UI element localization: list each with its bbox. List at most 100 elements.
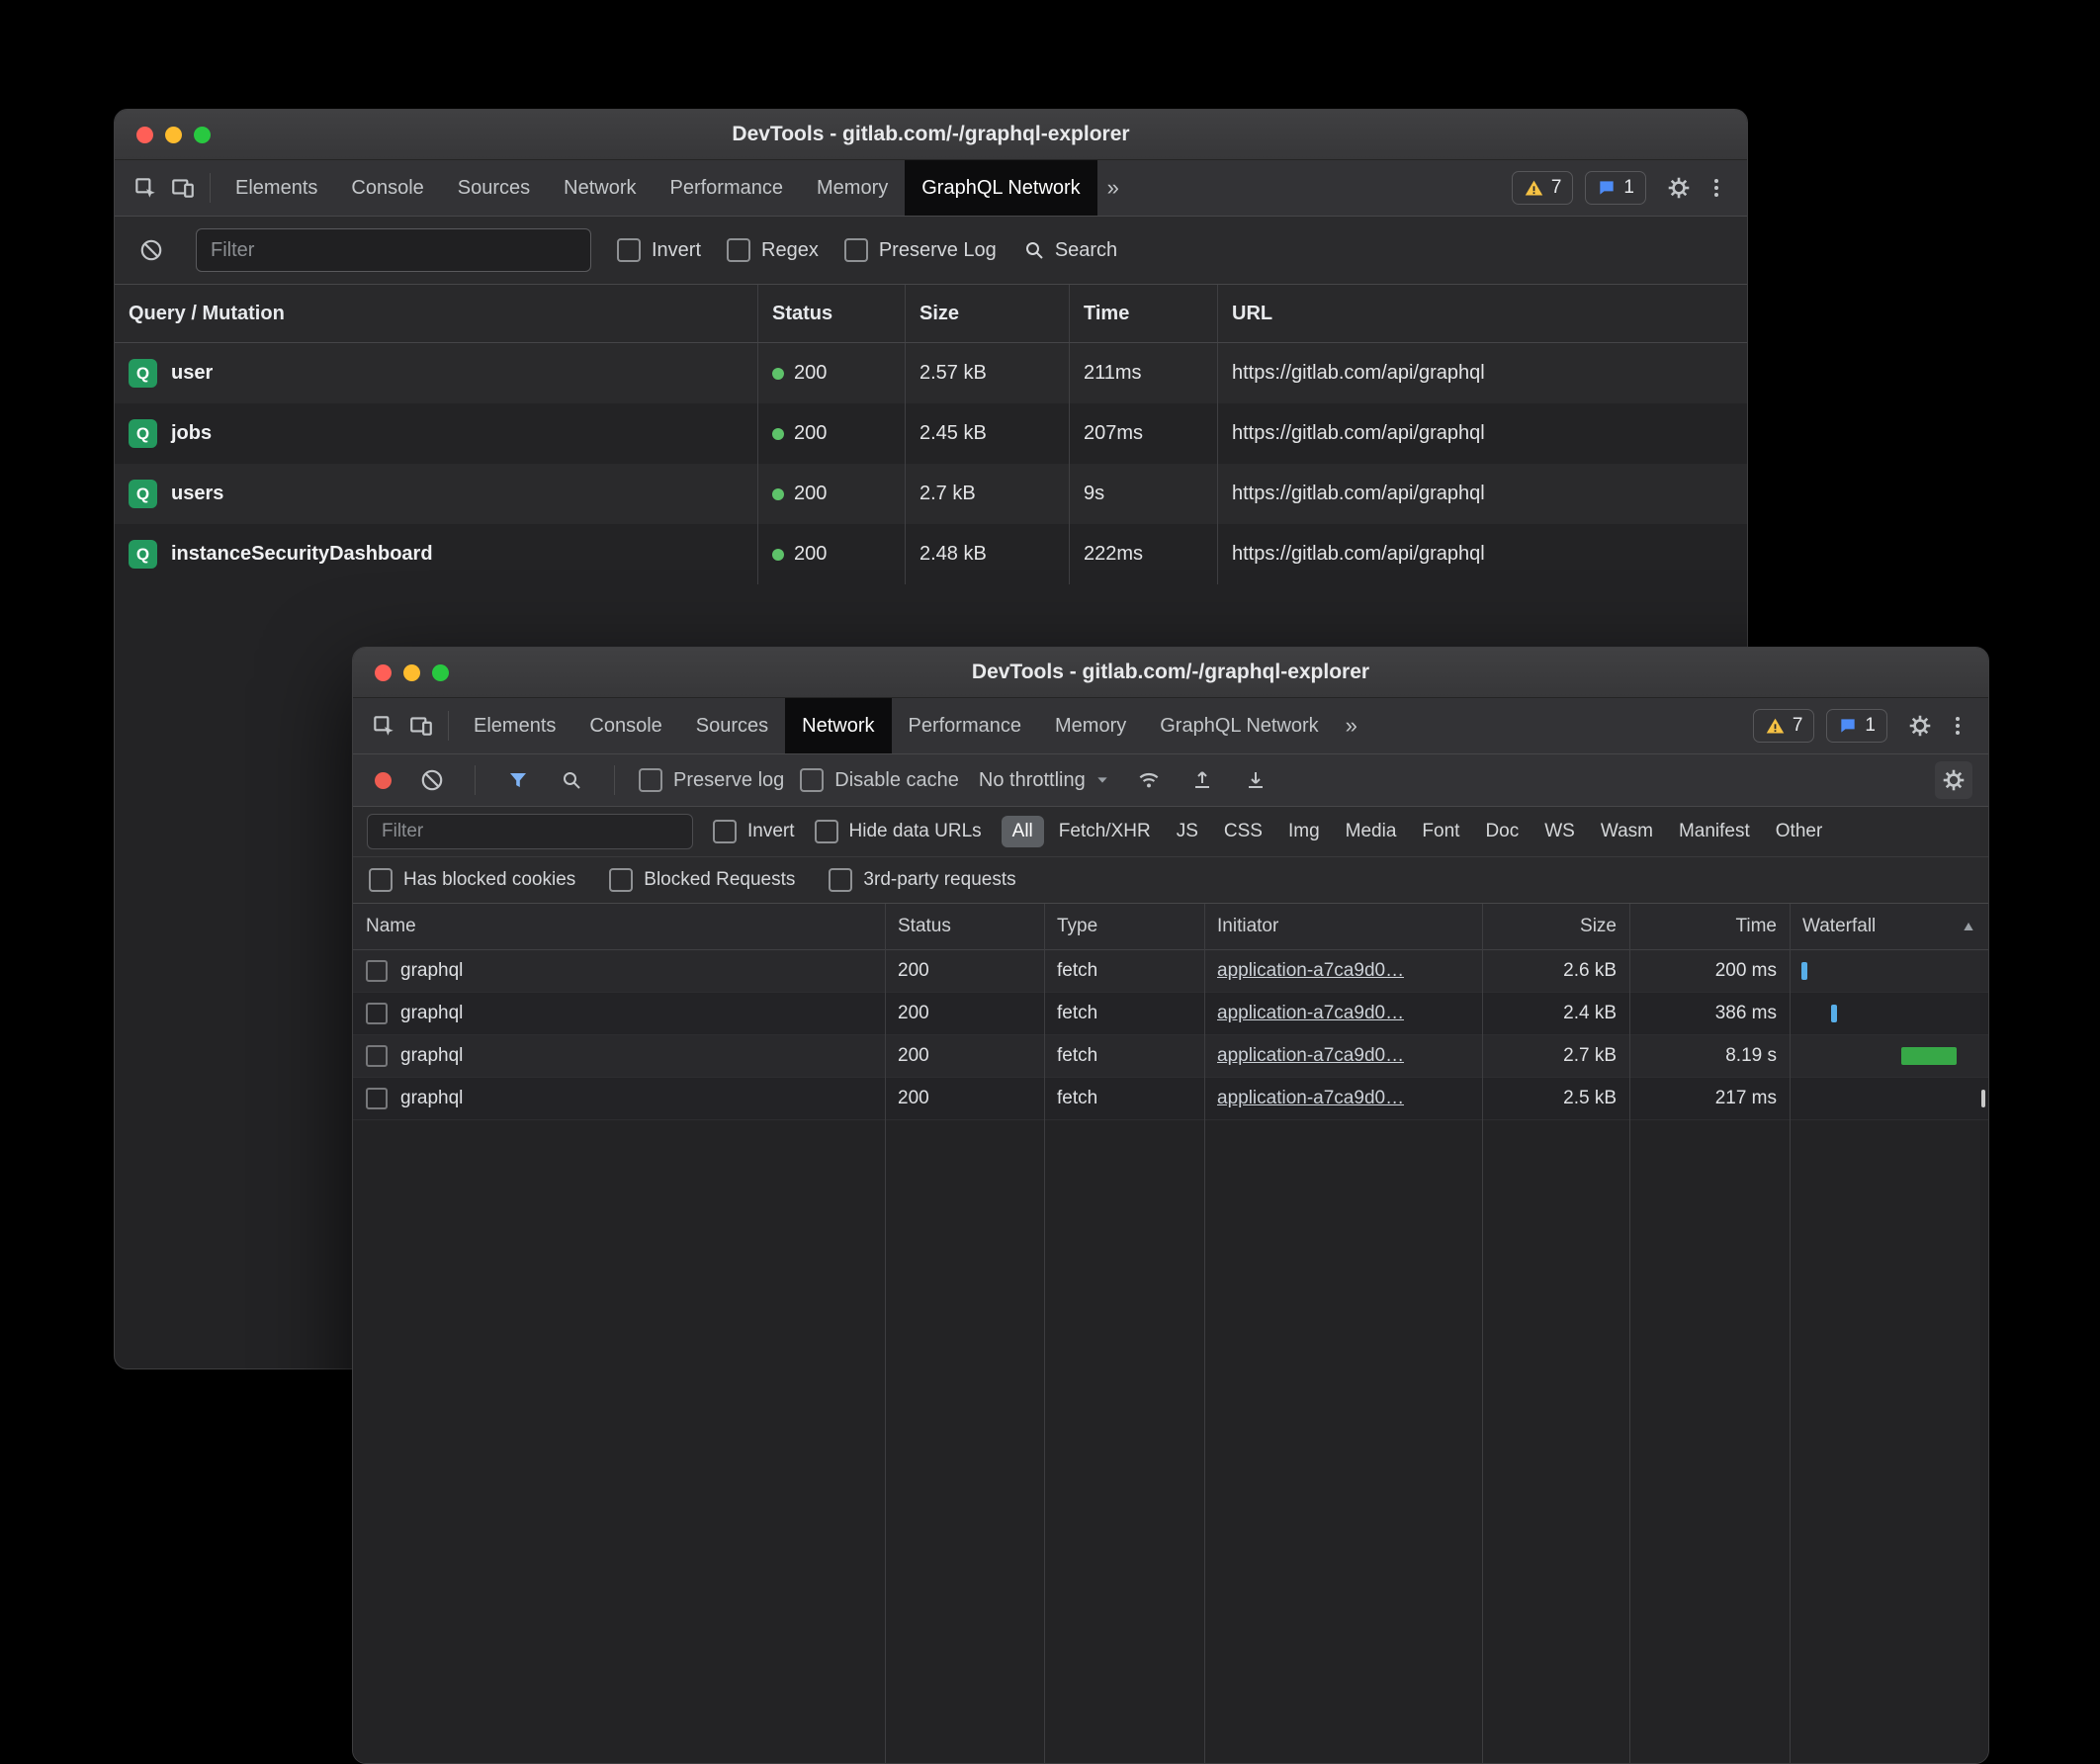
checkbox[interactable]	[713, 820, 737, 843]
checkbox[interactable]	[617, 238, 641, 262]
export-har-icon[interactable]	[1237, 761, 1274, 799]
blocked-requests-checkbox[interactable]: Blocked Requests	[609, 868, 795, 892]
table-row[interactable]: Quser 200 2.57 kB 211ms https://gitlab.c…	[115, 343, 1747, 403]
invert-checkbox[interactable]: Invert	[713, 820, 795, 843]
checkbox[interactable]	[369, 868, 393, 892]
request-row[interactable]: graphql 200 fetch application-a7ca9d0… 2…	[353, 950, 1988, 993]
import-har-icon[interactable]	[1183, 761, 1221, 799]
network-filter-input[interactable]	[367, 814, 693, 849]
tab-performance[interactable]: Performance	[892, 698, 1039, 753]
filter-funnel-icon[interactable]	[499, 761, 537, 799]
zoom-window-button[interactable]	[194, 127, 211, 143]
column-header-waterfall[interactable]: Waterfall	[1790, 904, 1988, 949]
window-titlebar[interactable]: DevTools - gitlab.com/-/graphql-explorer	[115, 110, 1747, 160]
kebab-menu-icon[interactable]	[1939, 707, 1976, 745]
clear-log-icon[interactable]	[132, 231, 170, 269]
minimize-window-button[interactable]	[403, 664, 420, 681]
checkbox[interactable]	[609, 868, 633, 892]
column-header-url[interactable]: URL	[1217, 285, 1747, 342]
search-icon[interactable]	[553, 761, 590, 799]
initiator-link[interactable]: application-a7ca9d0…	[1217, 960, 1404, 982]
column-header-status[interactable]: Status	[885, 904, 1044, 949]
invert-checkbox[interactable]: Invert	[617, 238, 701, 262]
tab-memory[interactable]: Memory	[1038, 698, 1143, 753]
filter-input[interactable]	[196, 228, 591, 272]
table-row[interactable]: QinstanceSecurityDashboard 200 2.48 kB 2…	[115, 524, 1747, 584]
pill-css[interactable]: CSS	[1213, 816, 1273, 847]
warnings-badge[interactable]: 7	[1512, 171, 1574, 205]
table-row[interactable]: Qusers 200 2.7 kB 9s https://gitlab.com/…	[115, 464, 1747, 524]
pill-manifest[interactable]: Manifest	[1668, 816, 1761, 847]
tab-network[interactable]: Network	[547, 160, 653, 216]
column-header-initiator[interactable]: Initiator	[1204, 904, 1482, 949]
more-tabs-icon[interactable]: »	[1336, 713, 1367, 739]
window-titlebar[interactable]: DevTools - gitlab.com/-/graphql-explorer	[353, 648, 1988, 698]
table-row[interactable]: Qjobs 200 2.45 kB 207ms https://gitlab.c…	[115, 403, 1747, 464]
column-divider[interactable]	[1790, 904, 1791, 1764]
row-checkbox[interactable]	[366, 1088, 388, 1109]
tab-graphql-network[interactable]: GraphQL Network	[905, 160, 1096, 216]
preserve-log-checkbox[interactable]: Preserve log	[639, 768, 784, 792]
pill-media[interactable]: Media	[1335, 816, 1408, 847]
settings-gear-icon[interactable]	[1901, 707, 1939, 745]
device-toolbar-icon[interactable]	[164, 169, 202, 207]
close-window-button[interactable]	[136, 127, 153, 143]
column-header-status[interactable]: Status	[757, 285, 905, 342]
hide-data-urls-checkbox[interactable]: Hide data URLs	[815, 820, 982, 843]
search-button[interactable]: Search	[1022, 238, 1117, 262]
record-network-log-button[interactable]	[375, 772, 392, 789]
zoom-window-button[interactable]	[432, 664, 449, 681]
column-divider[interactable]	[885, 904, 886, 1764]
column-divider[interactable]	[1044, 904, 1045, 1764]
minimize-window-button[interactable]	[165, 127, 182, 143]
warnings-badge[interactable]: 7	[1753, 709, 1815, 743]
more-tabs-icon[interactable]: »	[1097, 175, 1129, 201]
network-settings-gear-icon[interactable]	[1935, 761, 1972, 799]
tab-memory[interactable]: Memory	[800, 160, 905, 216]
messages-badge[interactable]: 1	[1826, 709, 1887, 743]
throttling-dropdown[interactable]: No throttling	[975, 769, 1114, 792]
inspect-element-icon[interactable]	[365, 707, 402, 745]
row-checkbox[interactable]	[366, 960, 388, 982]
inspect-element-icon[interactable]	[127, 169, 164, 207]
column-header-size[interactable]: Size	[1482, 904, 1629, 949]
messages-badge[interactable]: 1	[1585, 171, 1646, 205]
request-row[interactable]: graphql 200 fetch application-a7ca9d0… 2…	[353, 1035, 1988, 1078]
kebab-menu-icon[interactable]	[1698, 169, 1735, 207]
checkbox[interactable]	[829, 868, 852, 892]
has-blocked-cookies-checkbox[interactable]: Has blocked cookies	[369, 868, 575, 892]
initiator-link[interactable]: application-a7ca9d0…	[1217, 1088, 1404, 1109]
column-header-query[interactable]: Query / Mutation	[115, 285, 757, 342]
network-conditions-icon[interactable]	[1130, 761, 1168, 799]
pill-doc[interactable]: Doc	[1474, 816, 1530, 847]
pill-js[interactable]: JS	[1166, 816, 1209, 847]
tab-elements[interactable]: Elements	[457, 698, 572, 753]
settings-gear-icon[interactable]	[1660, 169, 1698, 207]
column-header-size[interactable]: Size	[905, 285, 1069, 342]
preserve-log-checkbox[interactable]: Preserve Log	[844, 238, 997, 262]
tab-performance[interactable]: Performance	[654, 160, 801, 216]
checkbox[interactable]	[639, 768, 662, 792]
pill-fetch-xhr[interactable]: Fetch/XHR	[1048, 816, 1162, 847]
tab-sources[interactable]: Sources	[679, 698, 785, 753]
pill-img[interactable]: Img	[1277, 816, 1331, 847]
pill-ws[interactable]: WS	[1533, 816, 1586, 847]
column-divider[interactable]	[1629, 904, 1630, 1764]
tab-elements[interactable]: Elements	[219, 160, 334, 216]
checkbox[interactable]	[844, 238, 868, 262]
initiator-link[interactable]: application-a7ca9d0…	[1217, 1045, 1404, 1067]
row-checkbox[interactable]	[366, 1045, 388, 1067]
column-divider[interactable]	[1482, 904, 1483, 1764]
clear-network-log-icon[interactable]	[413, 761, 451, 799]
column-header-type[interactable]: Type	[1044, 904, 1204, 949]
close-window-button[interactable]	[375, 664, 392, 681]
request-row[interactable]: graphql 200 fetch application-a7ca9d0… 2…	[353, 993, 1988, 1035]
tab-console[interactable]: Console	[334, 160, 440, 216]
initiator-link[interactable]: application-a7ca9d0…	[1217, 1003, 1404, 1024]
device-toolbar-icon[interactable]	[402, 707, 440, 745]
checkbox[interactable]	[727, 238, 750, 262]
row-checkbox[interactable]	[366, 1003, 388, 1024]
pill-all[interactable]: All	[1002, 816, 1044, 847]
tab-graphql-network[interactable]: GraphQL Network	[1143, 698, 1335, 753]
pill-wasm[interactable]: Wasm	[1590, 816, 1664, 847]
